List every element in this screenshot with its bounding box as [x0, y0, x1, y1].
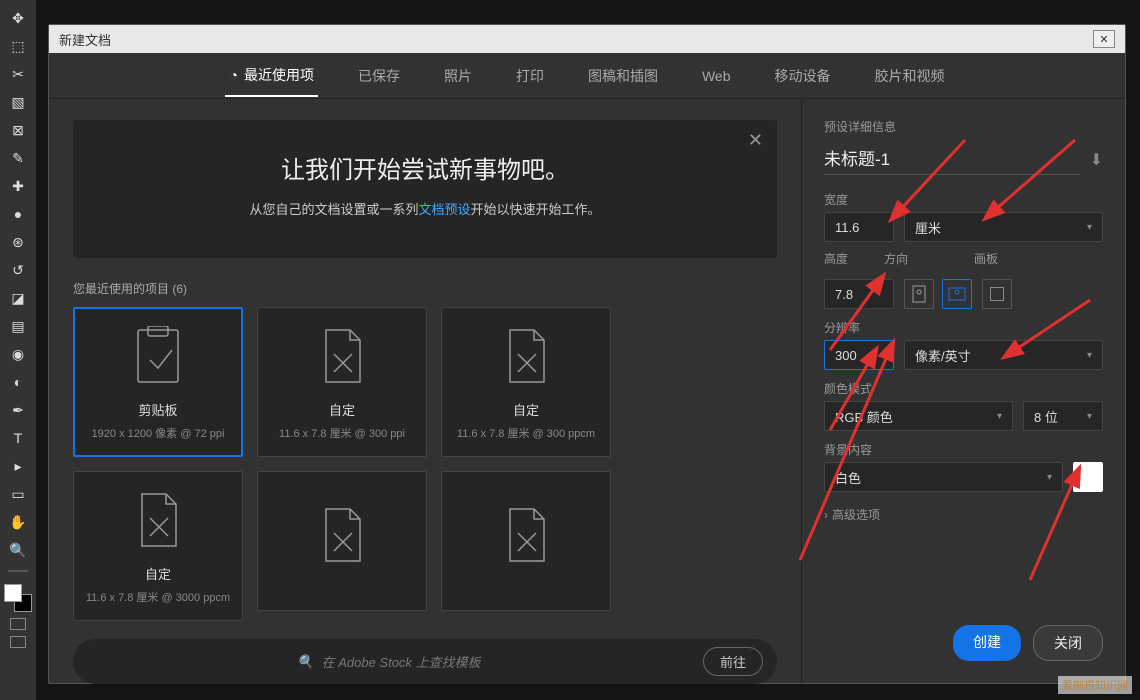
tab-saved[interactable]: 已保存	[354, 56, 404, 96]
stock-search-input[interactable]: 🔍 在 Adobe Stock 上查找模板	[87, 652, 691, 671]
tab-photo[interactable]: 照片	[440, 56, 476, 96]
color-swatches[interactable]	[4, 584, 32, 612]
dialog-title-text: 新建文档	[59, 30, 111, 49]
chevron-down-icon: ▾	[1047, 472, 1052, 483]
bg-color-swatch[interactable]	[1073, 462, 1103, 492]
document-name-input[interactable]: 未标题-1	[824, 145, 1080, 175]
colormode-label: 颜色模式	[824, 380, 1103, 397]
doc-preset-link[interactable]: 文档预设	[418, 202, 470, 217]
tool-separator	[8, 570, 28, 572]
detail-header: 预设详细信息	[824, 118, 1103, 135]
orient-label: 方向	[884, 250, 908, 267]
preset-custom-2[interactable]: 自定 11.6 x 7.8 厘米 @ 300 ppcm	[441, 307, 611, 457]
height-input[interactable]: 7.8	[824, 279, 894, 309]
clock-icon: ◔	[229, 67, 237, 83]
preset-clipboard[interactable]: 剪贴板 1920 x 1200 像素 @ 72 ppi	[73, 307, 243, 457]
save-preset-icon[interactable]: ⬇	[1090, 150, 1103, 170]
healing-tool-icon[interactable]: ✚	[6, 174, 30, 198]
detail-pane: 预设详细信息 未标题-1 ⬇ 宽度 11.6 厘米▾ 高度 方向 画板 7.8	[801, 100, 1125, 683]
rectangle-tool-icon[interactable]: ▭	[6, 482, 30, 506]
colormode-select[interactable]: RGB 颜色▾	[824, 401, 1013, 431]
dialog-close-button[interactable]: ✕	[1093, 30, 1115, 48]
quickmask-icon[interactable]	[10, 618, 26, 630]
chevron-down-icon: ▾	[1087, 222, 1092, 233]
clone-tool-icon[interactable]: ⊛	[6, 230, 30, 254]
tab-web[interactable]: Web	[698, 58, 735, 94]
preset-custom-3[interactable]: 自定 11.6 x 7.8 厘米 @ 3000 ppcm	[73, 471, 243, 621]
resolution-label: 分辨率	[824, 319, 1103, 336]
screen-mode-icon[interactable]	[10, 636, 26, 648]
stock-search-bar: 🔍 在 Adobe Stock 上查找模板 前往	[73, 639, 777, 684]
search-icon: 🔍	[297, 654, 313, 670]
tab-film[interactable]: 胶片和视频	[871, 56, 949, 96]
category-tabs: ◔最近使用项 已保存 照片 打印 图稿和插图 Web 移动设备 胶片和视频	[49, 53, 1125, 99]
tab-recent[interactable]: ◔最近使用项	[225, 55, 317, 97]
preset-grid: 剪贴板 1920 x 1200 像素 @ 72 ppi 自定 11.6 x 7.…	[73, 307, 777, 621]
zoom-tool-icon[interactable]: 🔍	[6, 538, 30, 562]
preset-custom-4[interactable]	[257, 471, 427, 611]
chevron-down-icon: ▾	[997, 411, 1002, 422]
document-icon	[132, 488, 184, 552]
height-label: 高度	[824, 250, 848, 267]
document-icon	[316, 324, 368, 388]
chevron-down-icon: ▾	[1087, 350, 1092, 361]
history-brush-icon[interactable]: ↺	[6, 258, 30, 282]
hand-tool-icon[interactable]: ✋	[6, 510, 30, 534]
blur-tool-icon[interactable]: ◉	[6, 342, 30, 366]
watermark-text: 爱刨根知识网	[1058, 676, 1132, 694]
resolution-unit-select[interactable]: 像素/英寸▾	[904, 340, 1103, 370]
tab-print[interactable]: 打印	[512, 56, 548, 96]
stock-go-button[interactable]: 前往	[703, 647, 763, 676]
marquee-tool-icon[interactable]: ⬚	[6, 34, 30, 58]
intro-banner: ✕ 让我们开始尝试新事物吧。 从您自己的文档设置或一系列文档预设开始以快速开始工…	[73, 120, 777, 258]
artboard-checkbox[interactable]	[982, 279, 1012, 309]
tab-art[interactable]: 图稿和插图	[584, 56, 662, 96]
dialog-titlebar: 新建文档 ✕	[49, 25, 1125, 53]
clipboard-icon	[132, 324, 184, 388]
chevron-down-icon: ▾	[1087, 411, 1092, 422]
width-label: 宽度	[824, 191, 1103, 208]
artboard-label: 画板	[974, 250, 998, 267]
close-button[interactable]: 关闭	[1033, 625, 1103, 661]
type-tool-icon[interactable]: T	[6, 426, 30, 450]
advanced-options-toggle[interactable]: ›高级选项	[824, 506, 1103, 523]
new-document-dialog: 新建文档 ✕ ◔最近使用项 已保存 照片 打印 图稿和插图 Web 移动设备 胶…	[48, 24, 1126, 684]
move-tool-icon[interactable]: ✥	[6, 6, 30, 30]
dodge-tool-icon[interactable]: ◐	[6, 370, 30, 394]
banner-title: 让我们开始尝试新事物吧。	[97, 150, 753, 185]
bg-label: 背景内容	[824, 441, 1103, 458]
crop-tool-icon[interactable]: ▧	[6, 90, 30, 114]
preset-custom-1[interactable]: 自定 11.6 x 7.8 厘米 @ 300 ppi	[257, 307, 427, 457]
resolution-input[interactable]: 300	[824, 340, 894, 370]
eyedropper-tool-icon[interactable]: ✎	[6, 146, 30, 170]
bg-select[interactable]: 白色▾	[824, 462, 1063, 492]
bitdepth-select[interactable]: 8 位▾	[1023, 401, 1103, 431]
orient-portrait-button[interactable]	[904, 279, 934, 309]
frame-tool-icon[interactable]: ⊠	[6, 118, 30, 142]
gradient-tool-icon[interactable]: ▤	[6, 314, 30, 338]
recent-header: 您最近使用的项目 (6)	[73, 280, 777, 297]
banner-text: 从您自己的文档设置或一系列文档预设开始以快速开始工作。	[97, 199, 753, 218]
width-input[interactable]: 11.6	[824, 212, 894, 242]
pen-tool-icon[interactable]: ✒	[6, 398, 30, 422]
lasso-tool-icon[interactable]: ✂	[6, 62, 30, 86]
path-select-icon[interactable]: ▸	[6, 454, 30, 478]
banner-close-button[interactable]: ✕	[748, 130, 763, 151]
brush-tool-icon[interactable]: ●	[6, 202, 30, 226]
create-button[interactable]: 创建	[953, 625, 1021, 661]
document-icon	[316, 503, 368, 567]
orient-landscape-button[interactable]	[942, 279, 972, 309]
chevron-right-icon: ›	[824, 508, 828, 522]
tab-mobile[interactable]: 移动设备	[771, 56, 835, 96]
document-icon	[500, 324, 552, 388]
eraser-tool-icon[interactable]: ◪	[6, 286, 30, 310]
document-icon	[500, 503, 552, 567]
unit-select[interactable]: 厘米▾	[904, 212, 1103, 242]
app-tool-palette: ✥ ⬚ ✂ ▧ ⊠ ✎ ✚ ● ⊛ ↺ ◪ ▤ ◉ ◐ ✒ T ▸ ▭ ✋ 🔍	[0, 0, 36, 700]
preset-custom-5[interactable]	[441, 471, 611, 611]
presets-pane: ✕ 让我们开始尝试新事物吧。 从您自己的文档设置或一系列文档预设开始以快速开始工…	[49, 100, 801, 683]
